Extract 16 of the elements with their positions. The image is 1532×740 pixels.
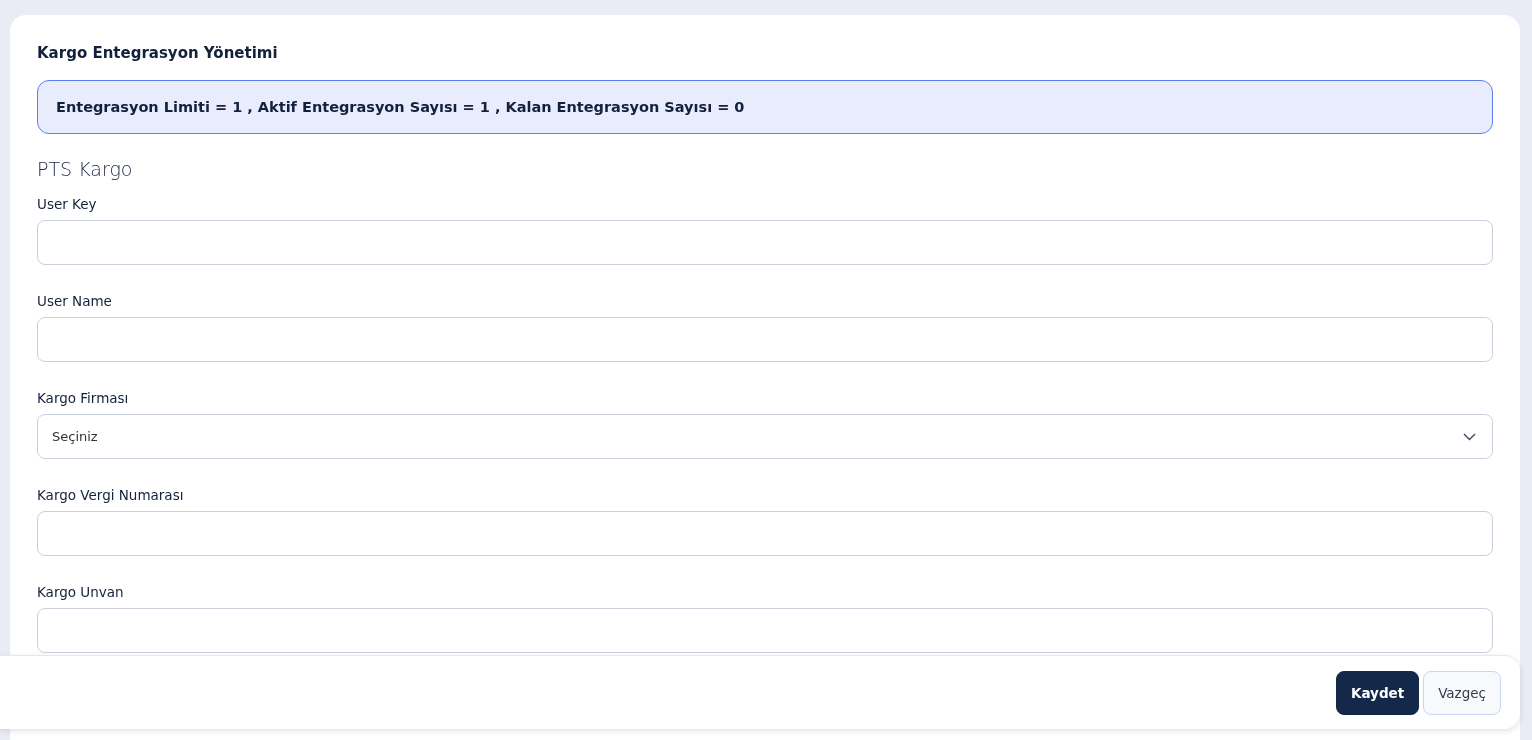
dropdown-field[interactable]: Seçiniz xyxy=(37,414,1493,459)
field-label: Kargo Unvan xyxy=(37,584,124,600)
info-banner: Entegrasyon Limiti = 1 , Aktif Entegrasyon Sayısı = 1 , Kalan Entegrasyon Sayısı = 0 xyxy=(37,80,1493,134)
field-label: User Key xyxy=(37,196,97,212)
input-field[interactable] xyxy=(37,511,1493,556)
field-label: Kargo Firması xyxy=(37,390,129,406)
input-field[interactable] xyxy=(37,317,1493,362)
chevron-down-icon xyxy=(1463,432,1476,441)
input-field[interactable] xyxy=(37,220,1493,265)
field-label: Kargo Vergi Numarası xyxy=(37,487,184,503)
section-title: PTS Kargo xyxy=(37,158,134,180)
input-field[interactable] xyxy=(37,608,1493,653)
cancel-button[interactable]: Vazgeç xyxy=(1423,670,1501,715)
page-title: Kargo Entegrasyon Yönetimi xyxy=(37,44,279,62)
save-button[interactable]: Kaydet xyxy=(1335,670,1420,715)
field-label: User Name xyxy=(37,293,112,309)
